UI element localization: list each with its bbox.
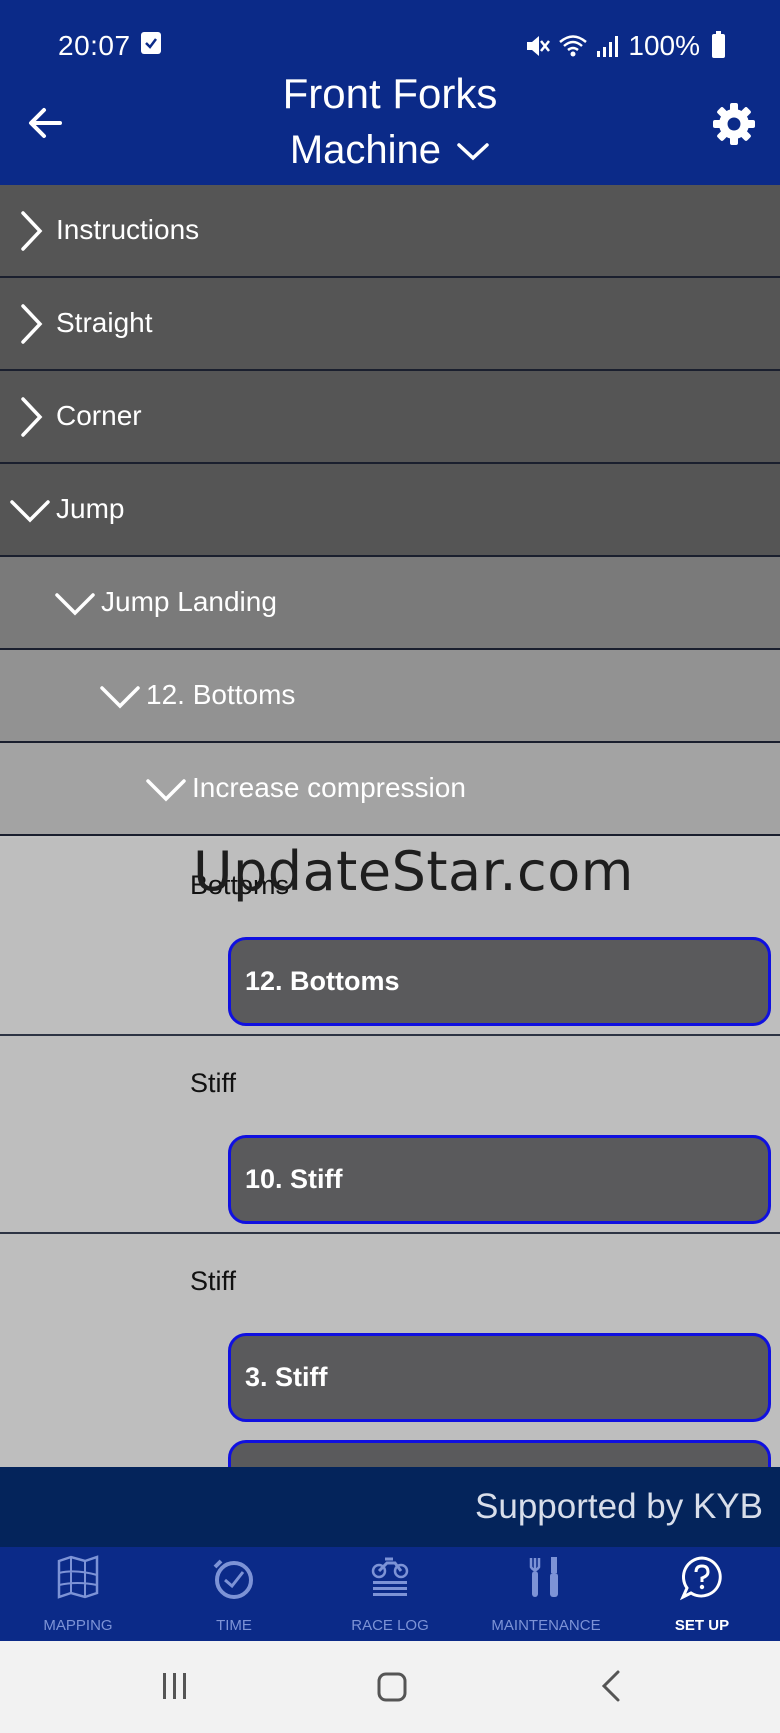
help-bubble-icon xyxy=(679,1556,722,1601)
battery-percent: 100% xyxy=(628,30,700,61)
tab-label: MAINTENANCE xyxy=(491,1617,601,1634)
supported-by-banner: Supported by KYB xyxy=(0,1467,780,1547)
machine-dropdown[interactable]: Machine xyxy=(0,128,780,173)
bottom-tab-bar: MAPPING TIME RACE LOG MAINTENANCE SET UP xyxy=(0,1547,780,1641)
chevron-down-icon xyxy=(457,143,489,161)
accordion-label: Straight xyxy=(56,307,153,338)
accordion-bottoms[interactable]: 12. Bottoms xyxy=(0,650,780,743)
mute-icon xyxy=(527,36,551,56)
accordion-instructions[interactable]: Instructions xyxy=(0,185,780,278)
back-nav-icon[interactable] xyxy=(598,1669,624,1703)
accordion-label: 12. Bottoms xyxy=(146,679,296,710)
system-nav-bar xyxy=(0,1641,780,1733)
setting-button[interactable]: 3. Stiff xyxy=(228,1333,771,1422)
battery-icon xyxy=(712,31,725,58)
tab-label: MAPPING xyxy=(43,1617,113,1634)
recent-apps-icon[interactable] xyxy=(160,1671,190,1701)
setting-group-title: Stiff xyxy=(190,1068,237,1098)
accordion-increase-compression[interactable]: Increase compression xyxy=(0,743,780,836)
chevron-down-icon xyxy=(146,779,186,802)
tab-label: RACE LOG xyxy=(351,1617,429,1634)
chevron-right-icon xyxy=(21,211,43,251)
gear-icon xyxy=(713,103,755,145)
tab-race-log[interactable]: RACE LOG xyxy=(312,1547,468,1641)
checkbox-notification-icon xyxy=(141,32,161,54)
accordion-label: Increase compression xyxy=(192,772,466,803)
tab-set-up[interactable]: SET UP xyxy=(624,1547,780,1641)
accordion-label: Jump xyxy=(56,493,125,524)
tab-label: SET UP xyxy=(674,1617,730,1634)
status-icons: 100% xyxy=(524,30,725,62)
stopwatch-icon xyxy=(213,1559,253,1599)
tools-icon xyxy=(529,1557,558,1597)
page-title: Front Forks xyxy=(282,70,498,117)
chevron-right-icon xyxy=(21,304,43,344)
status-bar: 20:07 100% xyxy=(0,22,780,68)
tab-label: TIME xyxy=(216,1617,252,1634)
machine-dropdown-label: Machine xyxy=(289,128,442,172)
accordion-jump[interactable]: Jump xyxy=(0,464,780,557)
accordion-label: Corner xyxy=(56,400,142,431)
setting-group: Stiff 10. Stiff xyxy=(0,1036,780,1234)
app-header: 20:07 100% Front Forks Machine xyxy=(0,0,780,185)
home-icon[interactable] xyxy=(376,1671,408,1703)
watermark-text: UpdateStar.com xyxy=(193,840,634,903)
chevron-right-icon xyxy=(21,397,43,437)
tab-mapping[interactable]: MAPPING xyxy=(0,1547,156,1641)
tab-maintenance[interactable]: MAINTENANCE xyxy=(468,1547,624,1641)
map-icon xyxy=(57,1555,99,1599)
setting-button[interactable]: 12. Bottoms xyxy=(228,937,771,1026)
chevron-down-icon xyxy=(10,500,50,523)
accordion-label: Jump Landing xyxy=(101,586,277,617)
setting-group: Stiff 3. Stiff xyxy=(0,1234,780,1529)
settings-button[interactable] xyxy=(712,102,756,146)
wifi-icon xyxy=(559,35,588,57)
setting-group-title: Stiff xyxy=(190,1266,237,1296)
tab-time[interactable]: TIME xyxy=(156,1547,312,1641)
status-time: 20:07 xyxy=(58,30,131,61)
accordion-label: Instructions xyxy=(56,214,200,245)
accordion-jump-landing[interactable]: Jump Landing xyxy=(0,557,780,650)
accordion-corner[interactable]: Corner xyxy=(0,371,780,464)
accordion-straight[interactable]: Straight xyxy=(0,278,780,371)
signal-icon xyxy=(597,36,619,57)
motorbike-log-icon xyxy=(371,1557,409,1596)
chevron-down-icon xyxy=(55,593,95,616)
chevron-down-icon xyxy=(100,686,140,709)
setting-button[interactable]: 10. Stiff xyxy=(228,1135,771,1224)
